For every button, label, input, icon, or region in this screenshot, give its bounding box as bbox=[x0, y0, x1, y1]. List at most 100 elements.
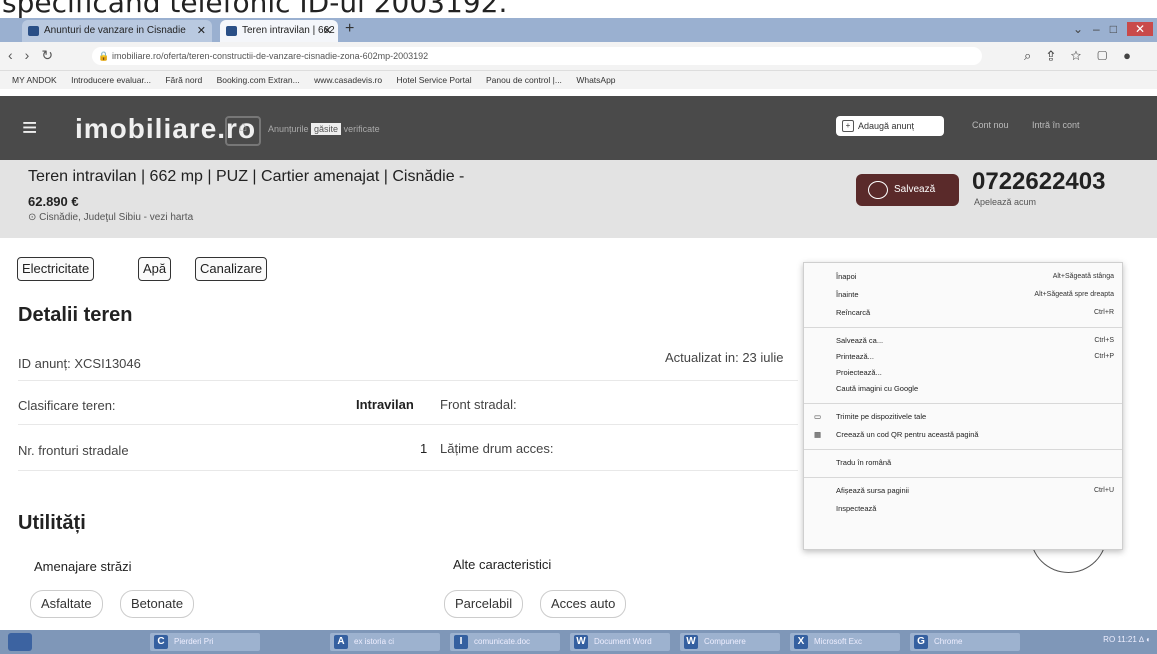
taskbar-item[interactable]: W Document Word bbox=[570, 633, 670, 651]
updated-date: Actualizat in: 23 iulie bbox=[665, 350, 784, 365]
maximize-icon[interactable]: □ bbox=[1110, 22, 1117, 36]
login-link[interactable]: Intră în cont bbox=[1032, 120, 1080, 130]
detail-label: Clasificare teren: bbox=[18, 398, 116, 413]
shortcut-label: Ctrl+S bbox=[1094, 337, 1114, 344]
app-icon: I bbox=[454, 635, 468, 649]
menu-item-label: Trimite pe dispozitivele tale bbox=[836, 412, 927, 421]
taskbar-item[interactable]: Aex istoria ci bbox=[330, 633, 440, 651]
menu-item-inspect[interactable]: Inspectează bbox=[836, 503, 876, 515]
shortcut-label: Alt+Săgeată stânga bbox=[1052, 273, 1114, 280]
menu-item-reload[interactable]: Reîncarcă bbox=[836, 307, 870, 319]
browser-tab-active[interactable]: Teren intravilan | 662 mp | PUZ | ✕ bbox=[220, 20, 338, 42]
bookmark-item[interactable]: WhatsApp bbox=[576, 75, 615, 85]
taskbar-item[interactable]: C Pierderi Pri bbox=[150, 633, 260, 651]
taskbar-item[interactable]: W Compunere bbox=[680, 633, 780, 651]
context-menu: Înapoi Alt+Săgeată stânga Înainte Alt+Să… bbox=[803, 262, 1123, 550]
menu-item-print[interactable]: Printează... bbox=[836, 351, 874, 363]
menu-separator bbox=[804, 327, 1122, 328]
menu-separator bbox=[804, 477, 1122, 478]
os-taskbar: C Pierderi Pri Aex istoria ci Icomunicate… bbox=[0, 630, 1157, 654]
app-icon: G bbox=[914, 635, 928, 649]
bookmarks-bar: MY ANDOK Introducere evaluar... Fără nor… bbox=[0, 71, 1157, 89]
close-tab-icon[interactable]: ✕ bbox=[197, 20, 206, 42]
listing-location: ⊙ Cisnădie, Judeţul Sibiu - vezi harta bbox=[28, 212, 193, 223]
minimize-icon[interactable]: – bbox=[1093, 22, 1100, 36]
app-icon: C bbox=[154, 635, 168, 649]
add-listing-button[interactable]: + Adaugă anunț bbox=[836, 116, 944, 136]
menu-item-translate[interactable]: Tradu în română bbox=[836, 457, 891, 469]
menu-item-cast[interactable]: Proiectează... bbox=[836, 367, 882, 379]
menu-item-forward[interactable]: Înainte bbox=[836, 289, 859, 301]
app-icon: W bbox=[684, 635, 698, 649]
lock-icon[interactable]: 🔒 bbox=[98, 47, 109, 65]
nav-buttons[interactable]: ‹›↻ bbox=[8, 47, 65, 64]
app-icon: X bbox=[794, 635, 808, 649]
menu-item-search-images[interactable]: Caută imagini cu Google bbox=[836, 383, 918, 395]
browser-actions[interactable]: ⌕⇪☆▢● bbox=[1024, 48, 1147, 64]
divider bbox=[18, 424, 798, 425]
chevron-down-icon[interactable]: ⌄ bbox=[1073, 22, 1083, 36]
taskbar-label: Microsoft Exc bbox=[814, 637, 863, 646]
bookmark-item[interactable]: Booking.com Extran... bbox=[217, 75, 300, 85]
detail-value: Intravilan bbox=[356, 397, 414, 412]
qr-icon: ▦ bbox=[814, 430, 822, 439]
window-controls: ⌄ – □ ✕ bbox=[1073, 18, 1153, 40]
slogan-badge: găsite bbox=[311, 123, 342, 135]
browser-tab-strip: Anunturi de vanzare in Cisnadie ✕ Teren … bbox=[0, 18, 1157, 42]
site-header: ≡ imobiliare.ro ⌂ Anunțurile găsite veri… bbox=[0, 96, 1157, 160]
menu-item-save-as[interactable]: Salvează ca... bbox=[836, 335, 883, 347]
browser-tab-listings[interactable]: Anunturi de vanzare in Cisnadie ✕ bbox=[22, 20, 212, 42]
close-window-icon[interactable]: ✕ bbox=[1126, 22, 1153, 36]
taskbar-label: Chrome bbox=[934, 637, 963, 646]
detail-label: Nr. fronturi stradale bbox=[18, 443, 129, 458]
other-features-label: Alte caracteristici bbox=[453, 557, 552, 572]
address-bar-row: ‹›↻ 🔒 imobiliare.ro/oferta/teren-constru… bbox=[0, 42, 1157, 71]
streets-label: Amenajare străzi bbox=[34, 559, 132, 574]
detail-label: Lățime drum acces: bbox=[440, 441, 554, 456]
url-text: imobiliare.ro/oferta/teren-constructii-d… bbox=[112, 51, 429, 61]
taskbar-item[interactable]: G Chrome bbox=[910, 633, 1020, 651]
save-button[interactable]: Salvează bbox=[856, 174, 959, 206]
windows-start-icon[interactable] bbox=[8, 633, 32, 651]
register-link[interactable]: Cont nou bbox=[972, 120, 1009, 130]
listing-price: 62.890 € bbox=[28, 194, 79, 209]
site-favicon-icon bbox=[226, 26, 237, 36]
bookmark-item[interactable]: MY ANDOK bbox=[12, 75, 57, 85]
phone-number[interactable]: 0722622403 bbox=[972, 168, 1105, 196]
document-caption: specificând telefonic ID-ul 2003192. bbox=[2, 0, 508, 19]
system-tray[interactable]: RO 11:21 ∆ ◐ bbox=[1103, 635, 1151, 644]
feature-pill: Parcelabil bbox=[444, 590, 524, 618]
close-tab-icon[interactable]: ✕ bbox=[323, 20, 332, 42]
shortcut-label: Ctrl+R bbox=[1093, 309, 1114, 316]
menu-item-label: Creează un cod QR pentru această pagină bbox=[836, 430, 979, 439]
listing-title: Teren intravilan | 662 mp | PUZ | Cartie… bbox=[28, 168, 465, 185]
heart-icon bbox=[868, 181, 888, 199]
plus-icon: + bbox=[842, 120, 854, 132]
taskbar-item[interactable]: Icomunicate.doc bbox=[450, 633, 560, 651]
bookmark-item[interactable]: Fără nord bbox=[165, 75, 202, 85]
location-pin-icon: ⊙ bbox=[28, 212, 40, 223]
bookmark-item[interactable]: www.casadevis.ro bbox=[314, 75, 382, 85]
save-label: Salvează bbox=[894, 184, 936, 195]
details-heading: Detalii teren bbox=[18, 304, 133, 326]
site-slogan: Anunțurile găsite verificate bbox=[268, 123, 380, 135]
menu-item-view-source[interactable]: Afișează sursa paginii bbox=[836, 485, 909, 497]
menu-item-qr-code[interactable]: ▦ Creează un cod QR pentru această pagină bbox=[814, 429, 979, 441]
taskbar-label: Compunere bbox=[704, 637, 746, 646]
site-favicon-icon bbox=[28, 26, 39, 36]
bookmark-item[interactable]: Introducere evaluar... bbox=[71, 75, 151, 85]
menu-item-send-to-devices[interactable]: ▭ Trimite pe dispozitivele tale bbox=[814, 411, 926, 423]
divider bbox=[18, 470, 798, 471]
taskbar-label: Pierderi Pri bbox=[174, 637, 214, 646]
taskbar-label: Document Word bbox=[594, 637, 652, 646]
location-text[interactable]: Cisnădie, Judeţul Sibiu - vezi harta bbox=[39, 212, 193, 223]
slogan-prefix: Anunțurile bbox=[268, 124, 309, 134]
url-field[interactable]: 🔒 imobiliare.ro/oferta/teren-constructii… bbox=[92, 47, 982, 65]
menu-item-back[interactable]: Înapoi bbox=[836, 271, 856, 283]
menu-icon[interactable]: ≡ bbox=[22, 112, 37, 143]
add-listing-label: Adaugă anunț bbox=[858, 121, 915, 131]
taskbar-item[interactable]: X Microsoft Exc bbox=[790, 633, 900, 651]
bookmark-item[interactable]: Hotel Service Portal bbox=[397, 75, 472, 85]
new-tab-button[interactable]: + bbox=[345, 20, 354, 38]
bookmark-item[interactable]: Panou de control |... bbox=[486, 75, 562, 85]
